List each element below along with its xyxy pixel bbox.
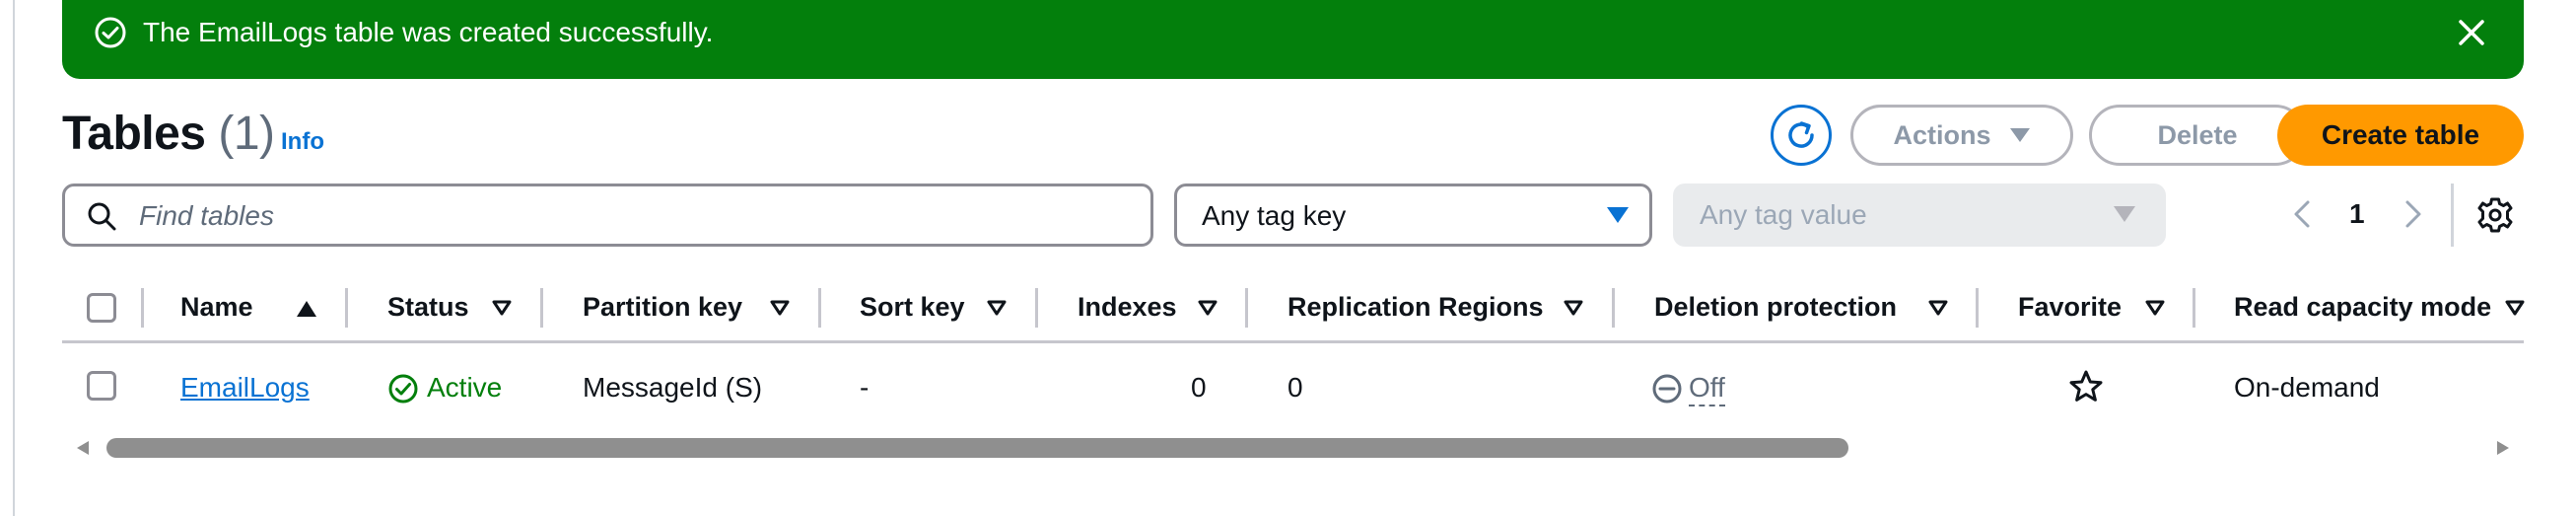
search-icon (88, 202, 116, 231)
column-header-indexes[interactable]: Indexes (1078, 290, 1177, 324)
page-title-text: Tables (62, 108, 206, 160)
gear-icon[interactable] (2476, 196, 2514, 234)
actions-dropdown-button[interactable]: Actions (1850, 105, 2073, 166)
indexes-value: 0 (1191, 372, 1207, 403)
search-input[interactable]: Find tables (62, 184, 1153, 247)
close-icon[interactable] (2455, 16, 2488, 49)
table-header: Name Status Partition key Sort key Index… (62, 276, 2525, 343)
refresh-button[interactable] (1771, 105, 1832, 166)
create-table-button[interactable]: Create table (2277, 105, 2524, 166)
pager-divider (2451, 184, 2454, 247)
next-page-icon[interactable] (2402, 199, 2425, 229)
table-count: (1) (218, 108, 275, 160)
column-separator (345, 288, 348, 328)
sort-icon[interactable] (2505, 300, 2525, 316)
sort-icon[interactable] (1564, 300, 1583, 316)
sort-icon[interactable] (2145, 300, 2165, 316)
column-header-status[interactable]: Status (387, 290, 469, 324)
column-separator (1245, 288, 1248, 328)
tag-value-placeholder: Any tag value (1700, 199, 1867, 230)
column-header-partition-key[interactable]: Partition key (583, 290, 742, 324)
table-name-link[interactable]: EmailLogs (180, 371, 310, 405)
caret-down-icon (2114, 206, 2135, 222)
column-separator (818, 288, 821, 328)
sort-key-value: - (860, 372, 870, 403)
sort-icon[interactable] (1198, 300, 1218, 316)
status-value: Active (427, 372, 503, 403)
sort-icon[interactable] (987, 300, 1007, 316)
current-page-number[interactable]: 1 (2349, 197, 2365, 231)
column-separator (1976, 288, 1979, 328)
column-header-deletion-protection[interactable]: Deletion protection (1654, 290, 1897, 324)
search-placeholder: Find tables (139, 200, 274, 231)
deletion-protection-value[interactable]: Off (1689, 371, 1725, 406)
replication-regions-value: 0 (1288, 372, 1303, 403)
refresh-icon (1788, 121, 1814, 148)
page-left-border (0, 0, 15, 516)
success-check-icon (95, 17, 126, 48)
read-capacity-mode-value: On-demand (2234, 372, 2380, 403)
column-header-favorite[interactable]: Favorite (2018, 290, 2122, 324)
horizontal-scrollbar[interactable] (62, 434, 2524, 462)
column-separator (141, 288, 144, 328)
table-row: EmailLogs Active MessageId (S) - 0 0 Off… (62, 345, 2524, 428)
sort-icon[interactable] (770, 300, 790, 316)
column-separator (540, 288, 543, 328)
delete-button[interactable]: Delete (2089, 105, 2306, 166)
column-header-name[interactable]: Name (180, 290, 253, 324)
caret-down-icon (1607, 207, 1629, 223)
previous-page-icon[interactable] (2290, 199, 2314, 229)
column-separator (2193, 288, 2195, 328)
column-header-replication-regions[interactable]: Replication Regions (1288, 290, 1544, 324)
success-flash-banner: The EmailLogs table was created successf… (62, 0, 2524, 79)
star-outline-icon[interactable] (2068, 369, 2104, 405)
actions-label: Actions (1893, 119, 1991, 150)
delete-label: Delete (2157, 119, 2238, 150)
create-table-label: Create table (2321, 119, 2480, 150)
sort-icon[interactable] (492, 300, 512, 316)
status-active-icon (388, 374, 418, 404)
column-separator (1612, 288, 1615, 328)
status-off-icon (1652, 374, 1682, 404)
flash-message: The EmailLogs table was created successf… (143, 17, 714, 47)
scroll-right-arrow-icon[interactable] (2496, 440, 2510, 456)
partition-key-value: MessageId (S) (583, 372, 763, 403)
caret-down-icon (2009, 128, 2030, 142)
select-all-checkbox[interactable] (87, 293, 116, 323)
column-header-read-capacity-mode[interactable]: Read capacity mode (2234, 290, 2491, 324)
scroll-left-arrow-icon[interactable] (76, 440, 90, 456)
sort-icon[interactable] (1928, 300, 1948, 316)
tag-key-selected-value: Any tag key (1202, 200, 1347, 231)
tag-key-select[interactable]: Any tag key (1174, 184, 1652, 247)
scrollbar-thumb[interactable] (106, 438, 1848, 458)
row-select-checkbox[interactable] (87, 371, 116, 401)
sort-ascending-icon[interactable] (296, 300, 317, 318)
page-title: Tables (1) (62, 107, 275, 162)
tag-value-select: Any tag value (1673, 184, 2166, 247)
column-header-sort-key[interactable]: Sort key (860, 290, 965, 324)
info-link[interactable]: Info (281, 128, 324, 156)
column-separator (1035, 288, 1038, 328)
